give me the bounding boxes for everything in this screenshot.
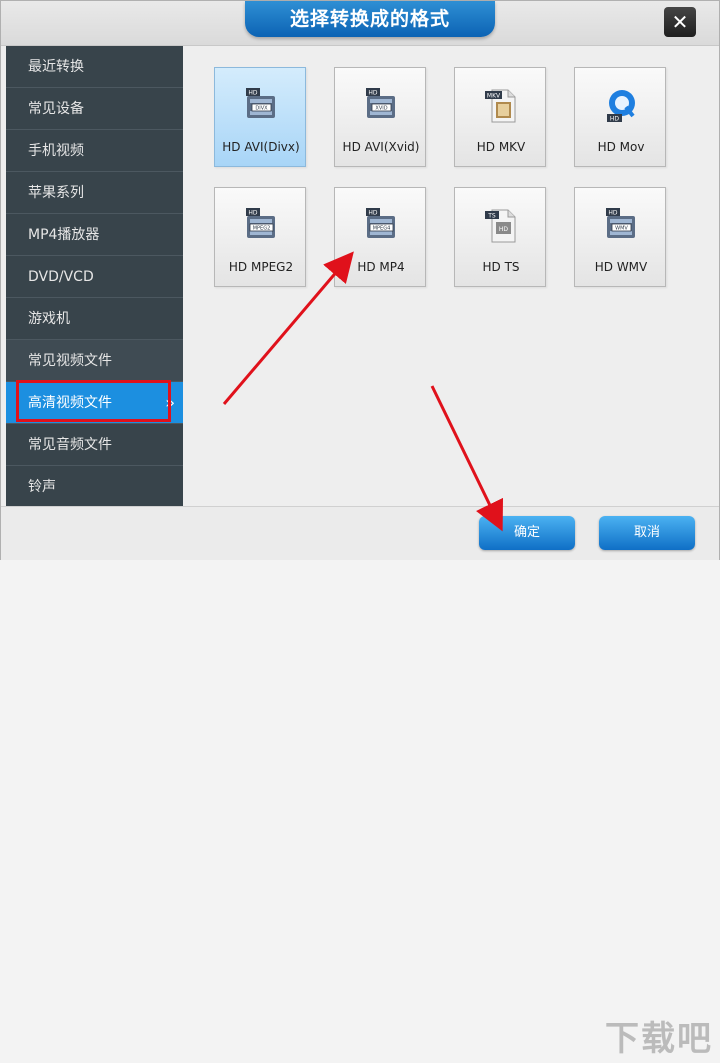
sidebar-item-hd-video[interactable]: 高清视频文件 » bbox=[6, 380, 183, 424]
sidebar-item-devices[interactable]: 常见设备 bbox=[6, 88, 183, 130]
sidebar-item-dvd-vcd[interactable]: DVD/VCD bbox=[6, 256, 183, 298]
format-tile-hd-mpeg2[interactable]: HD MPEG2 HD MPEG2 bbox=[214, 187, 306, 287]
video-file-icon: HD MPEG2 bbox=[246, 208, 275, 238]
close-icon: ✕ bbox=[671, 10, 689, 34]
format-tile-hd-mp4[interactable]: HD MPEG4 HD MP4 bbox=[334, 187, 426, 287]
sidebar-item-game-console[interactable]: 游戏机 bbox=[6, 298, 183, 340]
format-label: HD MP4 bbox=[357, 260, 405, 274]
sidebar-item-label: 游戏机 bbox=[28, 311, 70, 327]
video-file-icon: HD XVID bbox=[366, 88, 395, 118]
format-label: HD WMV bbox=[594, 260, 648, 274]
format-tile-hd-avi-xvid[interactable]: HD XVID HD AVI(Xvid) bbox=[334, 67, 426, 167]
sidebar-item-mobile[interactable]: 手机视频 bbox=[6, 130, 183, 172]
ts-file-icon: HD TS bbox=[485, 209, 516, 243]
format-label: HD TS bbox=[482, 260, 520, 274]
format-badge: HD bbox=[248, 90, 258, 97]
video-file-icon: HD MPEG4 bbox=[366, 208, 395, 238]
format-tile-hd-ts[interactable]: HD TS HD TS bbox=[454, 187, 546, 287]
sidebar-item-recent[interactable]: 最近转换 bbox=[6, 46, 183, 88]
sidebar-item-common-audio[interactable]: 常见音频文件 bbox=[6, 424, 183, 466]
format-label: HD AVI(Divx) bbox=[222, 140, 300, 154]
quicktime-icon: HD bbox=[607, 90, 635, 123]
dialog-title: 选择转换成的格式 bbox=[289, 8, 450, 30]
format-badge: HD bbox=[610, 116, 620, 123]
format-icon-text: HD bbox=[499, 226, 509, 233]
mkv-file-icon: MKV bbox=[485, 89, 516, 123]
format-label: HD Mov bbox=[597, 140, 645, 154]
sidebar-item-label: 常见设备 bbox=[28, 101, 84, 117]
video-file-icon: HD DIVX bbox=[246, 88, 275, 118]
format-badge: HD bbox=[368, 210, 378, 217]
sidebar-item-label: 苹果系列 bbox=[28, 185, 84, 201]
close-button[interactable]: ✕ bbox=[664, 7, 696, 37]
sidebar-item-label: 手机视频 bbox=[28, 143, 84, 159]
format-tile-hd-avi-divx[interactable]: HD DIVX HD AVI(Divx) bbox=[214, 67, 306, 167]
sidebar-item-label: DVD/VCD bbox=[28, 269, 94, 285]
video-file-icon: HD WMV bbox=[606, 208, 635, 238]
format-badge: TS bbox=[487, 213, 496, 220]
title-bar: 选择转换成的格式 ✕ bbox=[1, 1, 719, 46]
format-badge: HD bbox=[368, 90, 378, 97]
sidebar-item-ringtone[interactable]: 铃声 bbox=[6, 466, 183, 508]
cancel-button[interactable]: 取消 bbox=[599, 516, 695, 550]
sidebar-item-label: 常见视频文件 bbox=[28, 353, 112, 369]
format-label: HD MKV bbox=[476, 140, 526, 154]
format-icon-text: MPEG2 bbox=[253, 226, 271, 232]
sidebar-item-label: 最近转换 bbox=[28, 59, 84, 75]
format-label: HD MPEG2 bbox=[228, 260, 294, 274]
format-grid: HD DIVX HD AVI(Divx) HD XVID HD AVI(Xvid… bbox=[183, 46, 719, 506]
sidebar-item-apple[interactable]: 苹果系列 bbox=[6, 172, 183, 214]
sidebar-item-common-video[interactable]: 常见视频文件 bbox=[6, 340, 183, 382]
format-icon-text: DIVX bbox=[255, 106, 268, 112]
format-badge: MKV bbox=[487, 93, 501, 100]
format-tile-hd-wmv[interactable]: HD WMV HD WMV bbox=[574, 187, 666, 287]
format-tile-hd-mkv[interactable]: MKV HD MKV bbox=[454, 67, 546, 167]
category-sidebar: 最近转换 常见设备 手机视频 苹果系列 MP4播放器 DVD/VCD 游戏机 常… bbox=[6, 46, 183, 506]
sidebar-item-label: 铃声 bbox=[28, 479, 56, 495]
format-label: HD AVI(Xvid) bbox=[342, 140, 420, 154]
format-badge: HD bbox=[248, 210, 258, 217]
ok-button[interactable]: 确定 bbox=[479, 516, 575, 550]
format-badge: HD bbox=[608, 210, 618, 217]
sidebar-item-label: 常见音频文件 bbox=[28, 437, 112, 453]
watermark-logo: 下载吧 bbox=[605, 1019, 713, 1059]
sidebar-item-mp4-player[interactable]: MP4播放器 bbox=[6, 214, 183, 256]
sidebar-item-label: MP4播放器 bbox=[28, 227, 100, 243]
annotation-highlight-box bbox=[16, 380, 171, 422]
format-icon-text: XVID bbox=[375, 106, 387, 112]
format-tile-hd-mov[interactable]: HD HD Mov bbox=[574, 67, 666, 167]
format-icon-text: WMV bbox=[615, 226, 628, 232]
format-icon-text: MPEG4 bbox=[373, 226, 391, 232]
format-dialog: 选择转换成的格式 ✕ 最近转换 常见设备 手机视频 苹果系列 MP4播放器 DV… bbox=[0, 0, 720, 1059]
dialog-footer: 确定 取消 下载吧 bbox=[1, 506, 719, 1059]
title-tab: 选择转换成的格式 bbox=[245, 1, 495, 37]
